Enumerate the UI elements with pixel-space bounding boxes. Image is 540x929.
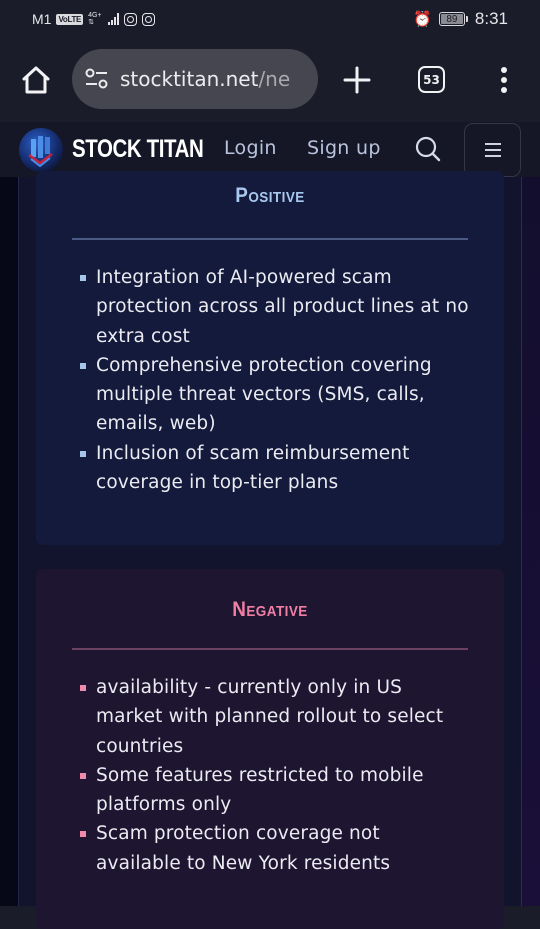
url-path: /ne: [258, 67, 291, 91]
instagram-icon: [123, 12, 137, 26]
bullet-icon: [80, 772, 86, 779]
status-bar: M1 VoLTE 4G+ ⇅ ⏰ 89 8:31: [0, 0, 540, 38]
address-bar[interactable]: stocktitan.net/ne: [72, 49, 318, 109]
more-vert-icon[interactable]: [496, 65, 512, 95]
positive-card: Positive Integration of AI-powered scam …: [36, 171, 504, 545]
network-type-label: 4G+: [88, 12, 102, 19]
carrier-label: M1: [32, 11, 52, 27]
list-item-text: Integration of AI-powered scam protectio…: [96, 267, 469, 347]
bullet-icon: [80, 275, 86, 281]
new-tab-plus-icon[interactable]: [342, 65, 372, 95]
bullet-icon: [80, 831, 86, 838]
url-text[interactable]: stocktitan.net/ne: [120, 67, 310, 91]
dot: [501, 77, 507, 83]
negative-card: Negative availability - currently only i…: [36, 569, 504, 929]
bullet-icon: [80, 450, 86, 457]
battery-level: 89: [438, 12, 465, 26]
bullet-icon: [80, 362, 86, 369]
dot: [501, 87, 507, 93]
home-icon[interactable]: [20, 64, 52, 96]
sentiment-panel: Positive Integration of AI-powered scam …: [18, 171, 522, 929]
list-item: Comprehensive protection covering multip…: [80, 351, 470, 439]
positive-title: Positive: [235, 184, 305, 207]
tab-count: 53: [423, 72, 440, 87]
page-edge: [521, 177, 540, 906]
negative-list: availability - currently only in US mark…: [80, 673, 470, 878]
negative-title: Negative: [232, 598, 308, 621]
signal-icon: [107, 13, 119, 25]
browser-toolbar: stocktitan.net/ne 53: [0, 38, 540, 122]
instagram-icon: [141, 12, 155, 26]
negative-divider: [72, 648, 468, 650]
dot: [501, 67, 507, 73]
tab-switcher-button[interactable]: 53: [418, 66, 445, 93]
hamburger-icon: [484, 143, 501, 157]
positive-list: Integration of AI-powered scam protectio…: [80, 263, 470, 497]
brand-name[interactable]: STOCK TITAN: [72, 135, 204, 164]
list-item-text: Inclusion of scam reimbursement coverage…: [96, 442, 410, 494]
page-content: Positive Integration of AI-powered scam …: [0, 171, 540, 929]
alarm-icon: ⏰: [413, 11, 432, 28]
battery-icon: 89: [438, 12, 468, 26]
status-left: M1 VoLTE 4G+ ⇅: [32, 11, 155, 27]
signup-link[interactable]: Sign up: [307, 137, 381, 159]
positive-divider: [72, 238, 468, 240]
list-item: Some features restricted to mobile platf…: [80, 761, 470, 820]
list-item-text: availability - currently only in US mark…: [96, 677, 444, 757]
list-item-text: Scam protection coverage not available t…: [96, 823, 391, 874]
network-type-icon: 4G+ ⇅: [88, 12, 101, 26]
list-item: Integration of AI-powered scam protectio…: [80, 263, 470, 351]
stock-titan-logo-icon[interactable]: [18, 127, 64, 173]
clock: 8:31: [474, 9, 508, 28]
data-arrows-icon: ⇅: [88, 19, 94, 26]
volte-icon: VoLTE: [56, 13, 84, 25]
list-item-text: Comprehensive protection covering multip…: [96, 354, 432, 435]
status-right: ⏰ 89 8:31: [413, 9, 508, 29]
site-header: STOCK TITAN Login Sign up: [0, 122, 540, 177]
bullet-icon: [80, 685, 86, 691]
list-item: Scam protection coverage not available t…: [80, 819, 470, 878]
list-item: availability - currently only in US mark…: [80, 673, 470, 761]
search-icon[interactable]: [414, 135, 442, 163]
site-settings-icon[interactable]: [84, 68, 110, 90]
url-domain: stocktitan.net: [120, 67, 259, 91]
login-link[interactable]: Login: [224, 137, 277, 159]
battery-cap: [465, 16, 468, 22]
list-item-text: Some features restricted to mobile platf…: [96, 764, 424, 816]
list-item: Inclusion of scam reimbursement coverage…: [80, 439, 470, 498]
hamburger-menu-button[interactable]: [464, 123, 521, 177]
